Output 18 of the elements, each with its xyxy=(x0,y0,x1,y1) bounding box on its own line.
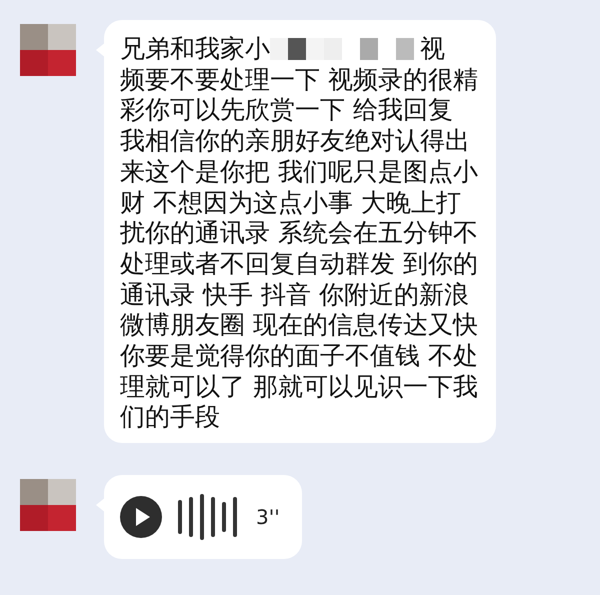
avatar-image xyxy=(20,24,76,76)
message-text: 彩你可以先欣赏一下 给我回复 xyxy=(120,95,454,126)
message-text: 视 xyxy=(420,34,445,65)
message-text: 频要不要处理一下 视频录的很精 xyxy=(120,64,478,96)
message-text: 扰你的通讯录 系统会在五分钟不 xyxy=(120,218,478,249)
message-text: 你要是觉得你的面子不值钱 不处 xyxy=(120,341,478,372)
message-text: 们的手段 xyxy=(120,402,221,434)
message-text: 微博朋友圈 现在的信息传达又快 xyxy=(120,310,478,342)
avatar-image xyxy=(20,479,76,532)
message-text: 来这个是你把 我们呢只是图点小 xyxy=(120,156,478,188)
voice-duration: 3'' xyxy=(256,505,280,530)
message-text: 我相信你的亲朋好友绝对认得出 xyxy=(120,126,471,157)
message-text: 财 不想因为这点小事 大晚上打 xyxy=(120,188,462,218)
message-text: 兄弟和我家小 xyxy=(120,34,270,65)
message-text: 理就可以了 那就可以见识一下我 xyxy=(120,372,478,402)
play-icon[interactable] xyxy=(120,496,162,538)
message-text: 通讯录 快手 抖音 你附近的新浪 xyxy=(120,280,470,310)
message-text: 处理或者不回复自动群发 到你的 xyxy=(120,248,478,280)
